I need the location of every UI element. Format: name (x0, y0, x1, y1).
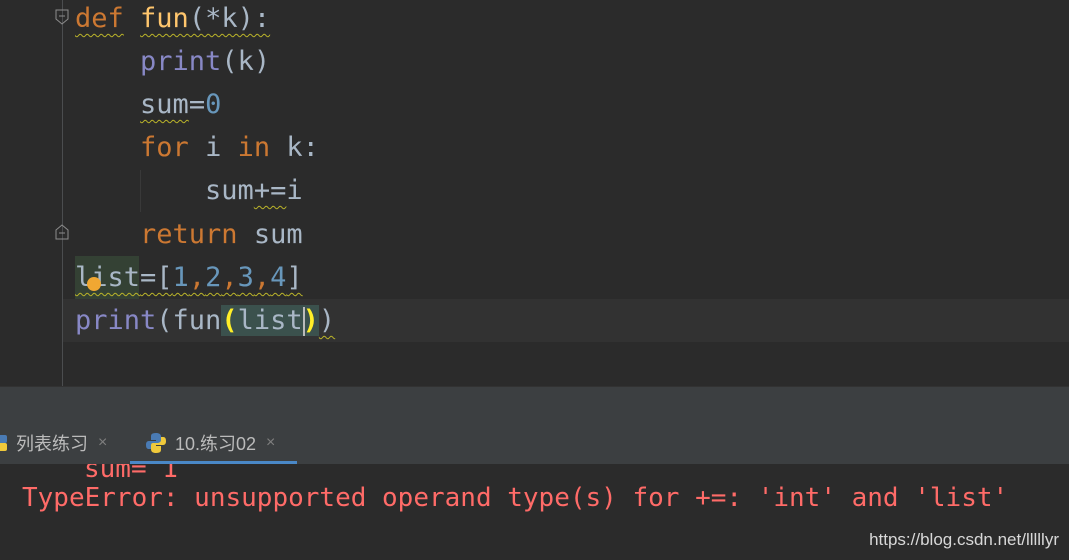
keyword-in: in (237, 132, 271, 163)
operand: i (286, 175, 303, 206)
tab-label: 10.练习02 (175, 434, 257, 454)
assign-op: = (188, 89, 206, 120)
python-icon (0, 435, 7, 451)
fold-open-icon[interactable] (54, 9, 70, 25)
code-line-1[interactable]: def fun(*k): (75, 0, 270, 40)
comma: , (188, 262, 206, 293)
code-line-5[interactable]: sum+=i (75, 169, 303, 212)
list-open: =[ (140, 262, 173, 293)
code-line-4[interactable]: for i in k: (75, 126, 319, 169)
close-icon[interactable]: × (98, 434, 107, 452)
code-line-6[interactable]: return sum (75, 213, 303, 256)
code-editor[interactable]: def fun(*k): print(k) sum=0 for i in k: … (0, 0, 1069, 386)
keyword-for: for (140, 132, 189, 163)
number-literal: 4 (270, 262, 287, 293)
number-literal: 1 (172, 262, 189, 293)
console-output[interactable]: sum= 1 TypeError: unsupported operand ty… (0, 464, 1069, 560)
outer-paren-close: ) (318, 305, 336, 336)
function-name: fun (140, 3, 189, 34)
comma: , (221, 262, 238, 293)
call-fun: (fun (156, 305, 222, 336)
loop-var: i (188, 132, 238, 163)
keyword-def: def (75, 3, 124, 34)
matched-paren-open: ( (221, 305, 238, 336)
augmented-assign-op: += (253, 175, 287, 206)
error-message: TypeError: unsupported operand type(s) f… (22, 483, 1009, 513)
call-args: (k) (221, 46, 271, 77)
close-icon[interactable]: × (266, 434, 275, 452)
code-line-2[interactable]: print(k) (75, 40, 270, 83)
python-icon (146, 433, 166, 453)
number-literal: 0 (205, 89, 222, 120)
variable-list: list (75, 262, 141, 293)
number-literal: 2 (205, 262, 222, 293)
tab-run-1[interactable]: 列表练习 × (0, 422, 107, 464)
function-params: (*k): (188, 3, 271, 34)
comma: , (253, 262, 271, 293)
code-line-3[interactable]: sum=0 (75, 83, 221, 126)
keyword-return: return (140, 219, 238, 250)
list-close: ] (286, 262, 303, 293)
matched-paren-close: ) (302, 305, 319, 336)
code-line-7[interactable]: list=[1,2,3,4] (75, 256, 303, 299)
builtin-print: print (140, 46, 222, 77)
builtin-print: print (75, 305, 157, 336)
panel-splitter[interactable] (0, 386, 1069, 423)
variable-sum: sum (140, 89, 189, 120)
argument-list: list (237, 305, 303, 336)
loop-iterable: k: (270, 132, 319, 163)
tab-run-2[interactable]: 10.练习02 × (145, 422, 275, 464)
number-literal: 3 (237, 262, 254, 293)
lightbulb-icon[interactable] (87, 277, 101, 291)
tab-label: 列表练习 (16, 434, 88, 454)
fold-close-icon[interactable] (54, 224, 70, 240)
return-value: sum (237, 219, 303, 250)
variable-sum: sum (205, 175, 254, 206)
watermark: https://blog.csdn.net/lllllyr (869, 530, 1059, 549)
code-line-8[interactable]: print(fun(list)) (75, 299, 335, 342)
run-tabs-bar: 列表练习 × 10.练习02 × (0, 422, 1069, 464)
